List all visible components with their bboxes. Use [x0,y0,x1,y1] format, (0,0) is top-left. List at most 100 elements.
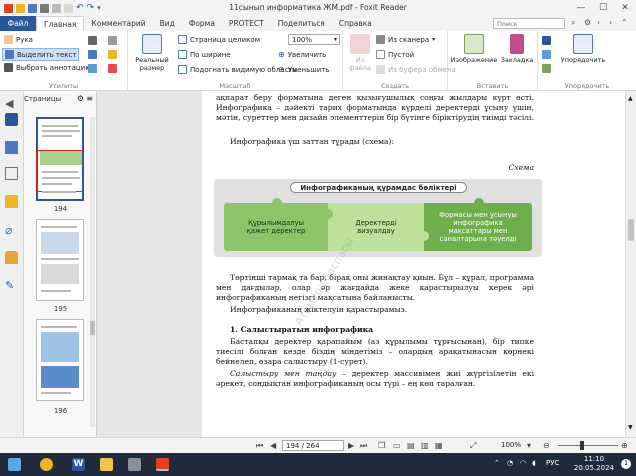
facing-icon[interactable]: ▥ [421,441,429,450]
snapshot-icon[interactable] [88,36,97,45]
zoom-slider-thumb[interactable] [580,441,584,450]
pages-panel-icon[interactable] [5,141,18,154]
close-button[interactable]: ✕ [614,0,636,16]
blank-button[interactable]: Пустой [376,50,414,59]
back-icon[interactable]: ‹ [597,18,600,27]
new-icon[interactable] [52,3,61,13]
link-icon[interactable] [108,64,117,73]
lock-icon[interactable] [5,251,18,264]
bookmark-panel-icon[interactable] [5,113,18,126]
page-number-input[interactable]: 194 / 264 [282,440,344,451]
page-thumbnail[interactable] [36,219,84,301]
open-icon[interactable] [16,3,25,13]
tab-help[interactable]: Справка [332,16,379,31]
globe-icon[interactable] [542,64,551,73]
comments-icon[interactable] [5,195,18,208]
tab-file[interactable]: Файл [0,16,36,31]
page-thumbnail[interactable] [36,117,84,201]
crop-icon[interactable] [108,36,117,45]
tab-protect[interactable]: PROTECT [222,16,271,31]
collapse-panel-icon[interactable]: ◀ [5,97,18,110]
tools-group: Рука Выделить текст Выбрать аннотацию Ут… [0,31,128,91]
document-viewport[interactable]: ақпарат беру форматына деген қызығушылық… [97,91,625,437]
fit-page-button[interactable]: Страница целиком [178,35,260,44]
image-button[interactable]: Изображение [450,34,498,64]
attachment-icon[interactable]: ⌀ [5,223,18,237]
typewriter-icon[interactable] [88,50,97,59]
zoom-select[interactable]: 100% ▾ [288,34,340,45]
first-page-icon[interactable]: ⏮ [256,441,263,451]
grid-icon[interactable] [542,36,551,45]
signature-icon[interactable]: ✎ [5,279,18,292]
panel-menu-icon[interactable]: ≡ [86,94,93,103]
volume-icon[interactable]: ◖ [532,459,536,467]
print-icon[interactable] [40,3,49,13]
file-explorer-icon[interactable] [100,458,113,471]
scrollbar-thumb[interactable] [90,321,95,335]
windows-start-icon[interactable] [8,458,21,471]
continuous-icon[interactable]: ▤ [407,441,415,450]
notification-badge[interactable]: 1 [621,459,631,469]
scrollbar-thumb[interactable] [628,219,634,241]
scroll-down-icon[interactable]: ▼ [628,424,633,431]
document-scrollbar[interactable]: ▲ ▼ [625,91,636,437]
last-page-icon[interactable]: ⏭ [360,441,367,451]
tray-chevron-icon[interactable]: ⌃ [494,459,500,467]
tab-view[interactable]: Вид [153,16,182,31]
tab-share[interactable]: Поделиться [271,16,332,31]
arrange-button[interactable]: Упорядочить [558,34,608,64]
from-clipboard-button[interactable]: Из буфера обмена [376,65,456,74]
clipboard-icon[interactable] [88,64,97,73]
from-scanner-button[interactable]: Из сканера ▾ [376,35,435,44]
zoom-out-icon[interactable]: ⊖ [543,441,550,450]
collapse-ribbon-icon[interactable]: ⌃ [621,18,628,27]
prev-page-icon[interactable]: ◀ [270,441,276,450]
grid-view-icon[interactable]: ▦ [435,441,443,450]
save-icon[interactable] [28,3,37,13]
highlight-icon[interactable] [108,50,117,59]
redo-icon[interactable]: ↷ [87,3,95,13]
next-page-icon[interactable]: ▶ [348,441,354,450]
scroll-up-icon[interactable]: ▲ [628,95,633,102]
settings-icon[interactable]: ⚙ [584,18,591,27]
single-page-icon[interactable]: ▭ [393,441,401,450]
tab-form[interactable]: Форма [182,16,222,31]
foxit-reader-icon[interactable] [156,458,169,471]
network-icon[interactable]: ◔ [507,459,513,467]
maximize-button[interactable]: ☐ [592,0,614,16]
language-indicator[interactable]: РУС [546,459,559,467]
zoom-slider[interactable] [558,445,618,446]
chrome-icon[interactable] [40,458,53,471]
thumbnails-scrollbar[interactable] [90,117,95,427]
hand-tool[interactable]: Рука [4,35,33,44]
system-clock[interactable]: 11:10 20.05.2024 [574,455,614,473]
zoom-in-button[interactable]: ⊕ Увеличить [278,50,326,59]
panel-options-icon[interactable]: ⚙ [77,94,84,103]
select-text-tool[interactable]: Выделить текст [2,48,80,61]
actual-size-button[interactable]: Реальный размер [132,34,172,72]
search-icon[interactable]: ⌕ [571,18,575,28]
page-thumbnail[interactable] [36,319,84,401]
app-icon[interactable] [128,458,141,471]
search-input[interactable]: Поиск [493,18,565,29]
zoom-dropdown-icon[interactable]: ▾ [527,441,531,450]
hand-icon[interactable] [64,3,73,13]
fit-width-button[interactable]: По ширине [178,50,231,59]
forward-icon[interactable]: › [609,18,612,27]
pages-icon[interactable] [542,50,551,59]
zoom-out-button[interactable]: ⊖ Уменьшить [278,65,329,74]
fullscreen-icon[interactable]: ⤢ [470,441,476,451]
copy-icon[interactable]: ❐ [378,441,385,450]
tab-comment[interactable]: Комментарий [84,16,152,31]
select-annotation-tool[interactable]: Выбрать аннотацию [4,63,91,72]
wifi-icon[interactable]: ◠ [520,459,526,467]
word-icon[interactable]: W [72,458,85,471]
from-file-button[interactable]: Из файла [346,34,374,72]
undo-icon[interactable]: ↶ [76,3,84,13]
customize-icon[interactable]: ▾ [97,4,101,12]
tab-home[interactable]: Главная [36,16,85,31]
bookmark-button[interactable]: Закладка [498,34,536,64]
layers-icon[interactable] [5,167,18,180]
minimize-button[interactable]: — [570,0,592,16]
zoom-in-icon[interactable]: ⊕ [621,441,628,450]
